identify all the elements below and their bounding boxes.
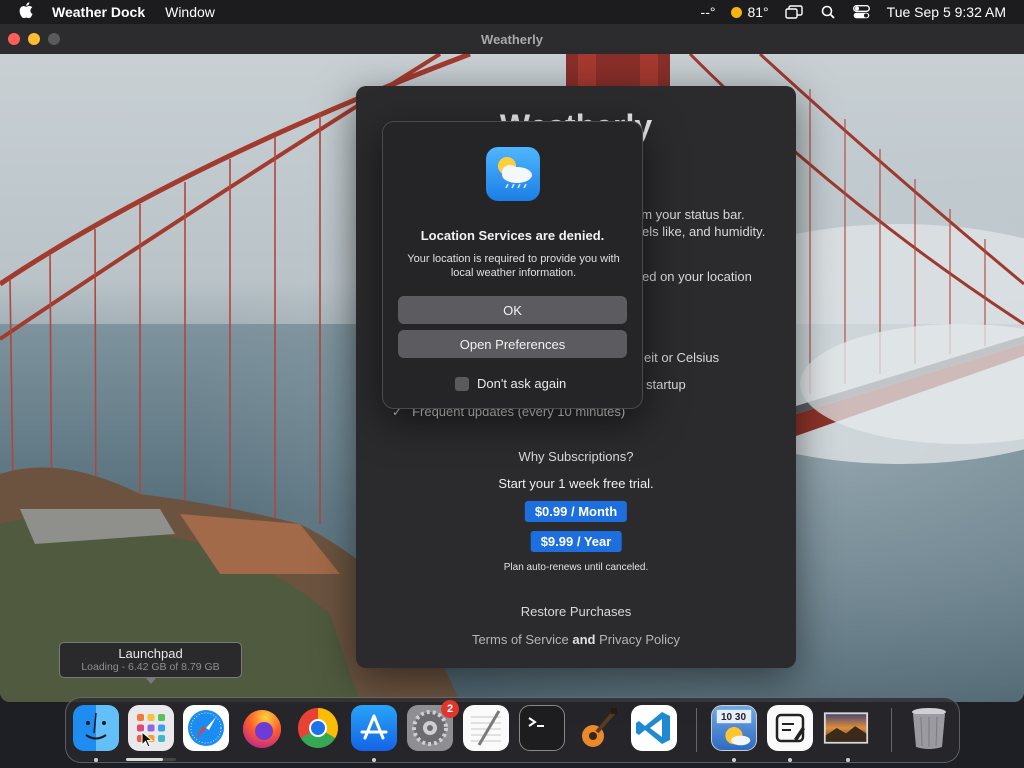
dont-ask-again-checkbox[interactable]: Don't ask again (455, 376, 566, 391)
close-button[interactable] (8, 33, 20, 45)
feature-line: startup (646, 377, 686, 392)
dock-separator (696, 708, 697, 752)
zoom-button[interactable] (48, 33, 60, 45)
safari-icon[interactable] (183, 705, 229, 751)
alert-message: Your location is required to provide you… (407, 253, 620, 279)
trial-text: Start your 1 week free trial. (498, 476, 654, 491)
weather-temp: 81° (747, 4, 769, 20)
auto-renew-note: Plan auto-renews until canceled. (503, 562, 649, 573)
privacy-policy-link[interactable]: Privacy Policy (599, 632, 680, 647)
notification-badge: 2 (441, 700, 459, 718)
vscode-icon[interactable] (631, 705, 677, 751)
window-title: Weatherly (481, 31, 543, 47)
why-subscriptions-link[interactable]: Why Subscriptions? (356, 449, 796, 464)
tooltip-title: Launchpad (118, 646, 183, 661)
open-preferences-button[interactable]: Open Preferences (398, 330, 627, 358)
status-temp-placeholder[interactable]: --° (701, 4, 716, 20)
mouse-cursor-icon (141, 731, 153, 748)
terms-of-service-link[interactable]: Terms of Service (472, 632, 569, 647)
firefox-icon[interactable] (239, 705, 285, 751)
window-controls (8, 33, 60, 45)
legal-links: Terms of Service and Privacy Policy (356, 632, 796, 647)
sun-icon (731, 7, 743, 18)
running-indicator (94, 758, 98, 762)
weather-clock-text: 10 30 (721, 712, 747, 723)
running-indicator (846, 758, 850, 762)
running-indicator (372, 758, 376, 762)
dock-separator (891, 708, 892, 752)
editor-icon[interactable] (767, 705, 813, 751)
textedit-icon[interactable] (463, 705, 509, 751)
weather-status-item[interactable]: 81° (731, 4, 769, 20)
weatherly-app-icon (486, 147, 540, 201)
running-indicator (788, 758, 792, 762)
launchpad-tooltip: Launchpad Loading - 6.42 GB of 8.79 GB (59, 642, 242, 678)
menu-bar: Weather Dock Window --° 81° Tue Sep 5 9:… (0, 0, 1024, 24)
and-text: and (572, 632, 596, 647)
running-indicator (732, 758, 736, 762)
launchpad-icon[interactable] (128, 705, 174, 751)
photo-preview-icon[interactable] (823, 705, 869, 751)
control-center-icon[interactable] (853, 3, 871, 21)
weather-dock-icon[interactable]: 10 30 (711, 705, 757, 751)
ok-button[interactable]: OK (398, 296, 627, 324)
garageband-icon[interactable] (575, 705, 621, 751)
dont-ask-again-label: Don't ask again (477, 376, 567, 391)
menu-bar-clock[interactable]: Tue Sep 5 9:32 AM (887, 4, 1006, 20)
tooltip-arrow (145, 677, 157, 684)
apple-menu-icon[interactable] (0, 2, 52, 22)
app-store-icon[interactable] (351, 705, 397, 751)
feature-line: om your status bar. (634, 207, 745, 222)
app-menu[interactable]: Weather Dock (52, 4, 145, 20)
feature-line: els like, and humidity. (642, 224, 766, 239)
system-settings-icon[interactable]: 2 (407, 700, 459, 751)
spotlight-search-icon[interactable] (819, 3, 837, 21)
window-title-bar[interactable]: Weatherly (0, 24, 1024, 54)
loading-progress-fill (126, 758, 163, 761)
location-denied-alert: Location Services are denied. Your locat… (382, 121, 643, 409)
window-menu[interactable]: Window (165, 4, 215, 20)
checkbox-box[interactable] (455, 376, 469, 391)
restore-purchases-link[interactable]: Restore Purchases (356, 604, 796, 619)
trash-icon[interactable] (906, 705, 952, 751)
launchpad-loading-bar (126, 758, 176, 761)
dock: 2 10 30 (65, 697, 960, 763)
alert-title: Location Services are denied. (420, 228, 605, 243)
tooltip-loading-status: Loading - 6.42 GB of 8.79 GB (81, 661, 220, 673)
monthly-subscription-button[interactable]: $0.99 / Month (524, 501, 628, 522)
finder-icon[interactable] (73, 705, 119, 751)
feature-line: ed on your location (642, 269, 752, 284)
terminal-icon[interactable] (519, 705, 565, 751)
feature-line: eit or Celsius (644, 350, 720, 365)
chrome-icon[interactable] (295, 705, 341, 751)
yearly-subscription-button[interactable]: $9.99 / Year (530, 531, 622, 552)
screen-mirroring-icon[interactable] (784, 3, 803, 21)
minimize-button[interactable] (28, 33, 40, 45)
